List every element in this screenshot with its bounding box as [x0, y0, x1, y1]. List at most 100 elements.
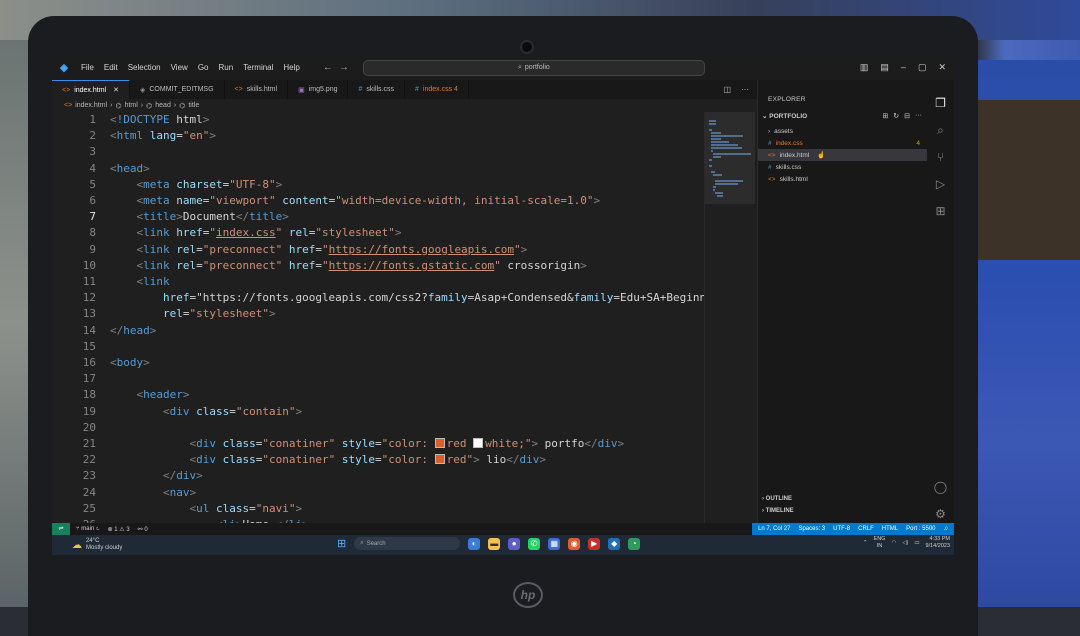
language-mode[interactable]: HTML	[882, 526, 898, 532]
breadcrumb-item[interactable]: index.html	[75, 102, 107, 109]
code-line[interactable]: 22 <div class="conatiner" style="color: …	[52, 452, 546, 468]
code-editor[interactable]: 1 <!DOCTYPE html> 2 <html lang="en"> 3 4 <head…	[52, 112, 704, 532]
code-line[interactable]: 16 <body>	[52, 355, 150, 371]
menu-run[interactable]: Run	[213, 63, 238, 72]
taskbar-search[interactable]: ⌕ Search	[354, 537, 461, 550]
clock[interactable]: 4:33 PM 9/14/2023	[926, 536, 950, 550]
code-line[interactable]: 24 <nav>	[52, 485, 196, 501]
account-icon[interactable]: ◯	[934, 474, 947, 501]
code-line[interactable]: 8 <link href="index.css" rel="stylesheet…	[52, 225, 401, 241]
code-line[interactable]: 1 <!DOCTYPE html>	[52, 112, 209, 128]
tab-index-html[interactable]: <> index.html ✕	[52, 80, 130, 99]
outline-section[interactable]: › OUTLINE	[762, 496, 792, 502]
more-actions-icon[interactable]: ···	[741, 85, 749, 94]
windows-start-icon[interactable]: ⊞	[337, 537, 346, 550]
nav-arrows-icon[interactable]: ←→	[323, 62, 355, 73]
breadcrumb-item[interactable]: html	[125, 102, 138, 109]
weather-widget[interactable]: ☁ 24°C Mostly cloudy	[52, 538, 292, 552]
code-line[interactable]: 21 <div class="conatiner" style="color: …	[52, 436, 624, 452]
tab-skills-html[interactable]: <> skills.html	[225, 80, 289, 99]
tab-img5[interactable]: ▣ img5.png	[288, 80, 349, 99]
teams-chat-icon[interactable]: ●	[508, 537, 521, 550]
minimize-icon[interactable]: –	[901, 62, 906, 73]
menu-selection[interactable]: Selection	[123, 63, 166, 72]
command-center-search[interactable]: ⌕ portfolio	[362, 59, 705, 76]
minimap[interactable]	[704, 112, 755, 532]
code-line[interactable]: 6 <meta name="viewport" content="width=d…	[52, 193, 600, 209]
media-player-icon[interactable]: ▶	[588, 537, 601, 550]
code-line[interactable]: 18 <header>	[52, 387, 190, 403]
collapse-icon[interactable]: ⊟	[904, 112, 910, 120]
code-line[interactable]: 10 <link rel="preconnect" href="https://…	[52, 258, 587, 274]
panel-icon[interactable]: ▤	[880, 62, 889, 73]
run-debug-icon[interactable]: ▷	[936, 171, 945, 198]
source-control-icon[interactable]: ⑂	[937, 144, 944, 171]
code-line[interactable]: 25 <ul class="navi">	[52, 501, 302, 517]
code-line[interactable]: 11 <link	[52, 274, 170, 290]
ports-indicator[interactable]: ⚯ 0	[138, 526, 148, 533]
split-editor-icon[interactable]: ◫	[723, 85, 731, 94]
extensions-icon[interactable]: ⊞	[935, 198, 945, 225]
code-line[interactable]: 14 </head>	[52, 323, 157, 339]
code-line[interactable]: 7 <title>Document</title>	[52, 209, 288, 225]
code-line[interactable]: 5 <meta charset="UTF-8">	[52, 177, 282, 193]
vscode-taskbar-icon[interactable]: ◆	[608, 537, 621, 550]
battery-icon[interactable]: ▭	[914, 540, 919, 546]
live-server-port[interactable]: Port : 5500	[906, 526, 935, 532]
code-line[interactable]: 19 <div class="contain">	[52, 404, 302, 420]
folder-header[interactable]: ⌄ PORTFOLIO ⊞ ↻ ⊟ ···	[762, 112, 922, 120]
remote-icon[interactable]: ⇌	[52, 523, 70, 535]
language-indicator[interactable]: ENG IN	[874, 536, 886, 550]
menu-file[interactable]: File	[76, 63, 99, 72]
indentation[interactable]: Spaces: 3	[798, 526, 825, 532]
search-icon[interactable]: ⌕	[937, 117, 944, 144]
tab-skills-css[interactable]: # skills.css	[348, 80, 406, 99]
whatsapp-icon[interactable]: ✆	[528, 537, 541, 550]
tree-item-index-html[interactable]: <> index.html ☝	[758, 149, 928, 161]
wifi-icon[interactable]: ◠	[891, 540, 896, 546]
notification-bell-icon[interactable]: ♫	[944, 526, 949, 532]
line-endings[interactable]: CRLF	[858, 526, 874, 532]
edge-icon[interactable]: ◔	[628, 537, 641, 550]
branch-indicator[interactable]: ⑂ main ↻	[76, 526, 100, 533]
tree-item-index-css[interactable]: # index.css 4	[758, 137, 928, 149]
code-line[interactable]: 3	[52, 144, 110, 160]
new-file-icon[interactable]: ⊞	[882, 112, 888, 120]
tree-item-skills-html[interactable]: <> skills.html	[758, 173, 928, 185]
code-line[interactable]: 4 <head>	[52, 161, 149, 177]
breadcrumb-item[interactable]: head	[155, 102, 171, 109]
menu-terminal[interactable]: Terminal	[238, 63, 278, 72]
code-line[interactable]: 9 <link rel="preconnect" href="https://f…	[52, 242, 527, 258]
more-actions-icon[interactable]: ···	[915, 112, 922, 120]
refresh-icon[interactable]: ↻	[893, 112, 899, 120]
tab-index-css[interactable]: # index.css 4	[405, 80, 469, 99]
tree-item-assets[interactable]: › assets	[758, 125, 928, 137]
tree-item-skills-css[interactable]: # skills.css	[758, 161, 928, 173]
chevron-up-icon[interactable]: ⌃	[863, 540, 868, 546]
code-line[interactable]: 20	[52, 420, 110, 436]
explorer-icon[interactable]: ❐	[935, 90, 946, 117]
code-line[interactable]: 17	[52, 371, 110, 387]
menu-view[interactable]: View	[166, 63, 193, 72]
code-line[interactable]: 2 <html lang="en">	[52, 128, 216, 144]
problems-indicator[interactable]: ⊗ 1 ⚠ 3	[108, 526, 130, 533]
code-line[interactable]: 23 </div>	[52, 468, 203, 484]
code-line[interactable]: 15	[52, 339, 110, 355]
menu-go[interactable]: Go	[193, 63, 214, 72]
code-line[interactable]: 13 rel="stylesheet">	[52, 306, 276, 322]
code-line[interactable]: 12 href="https://fonts.googleapis.com/cs…	[52, 290, 704, 306]
layout-icon[interactable]: ▥	[860, 62, 869, 73]
timeline-section[interactable]: › TIMELINE	[762, 508, 794, 514]
volume-icon[interactable]: ◁)	[902, 540, 908, 546]
breadcrumb-item[interactable]: title	[188, 102, 199, 109]
menu-help[interactable]: Help	[278, 63, 304, 72]
close-icon[interactable]: ✕	[113, 86, 119, 94]
store-icon[interactable]: ▦	[548, 537, 561, 550]
chrome-icon[interactable]: ◉	[568, 537, 581, 550]
tab-commit-editmsg[interactable]: ◈ COMMIT_EDITMSG	[130, 80, 225, 99]
file-explorer-icon[interactable]: ▬	[488, 537, 501, 550]
menu-edit[interactable]: Edit	[99, 63, 123, 72]
encoding[interactable]: UTF-8	[833, 526, 850, 532]
close-icon[interactable]: ✕	[938, 62, 946, 73]
maximize-icon[interactable]: ▢	[918, 62, 927, 73]
